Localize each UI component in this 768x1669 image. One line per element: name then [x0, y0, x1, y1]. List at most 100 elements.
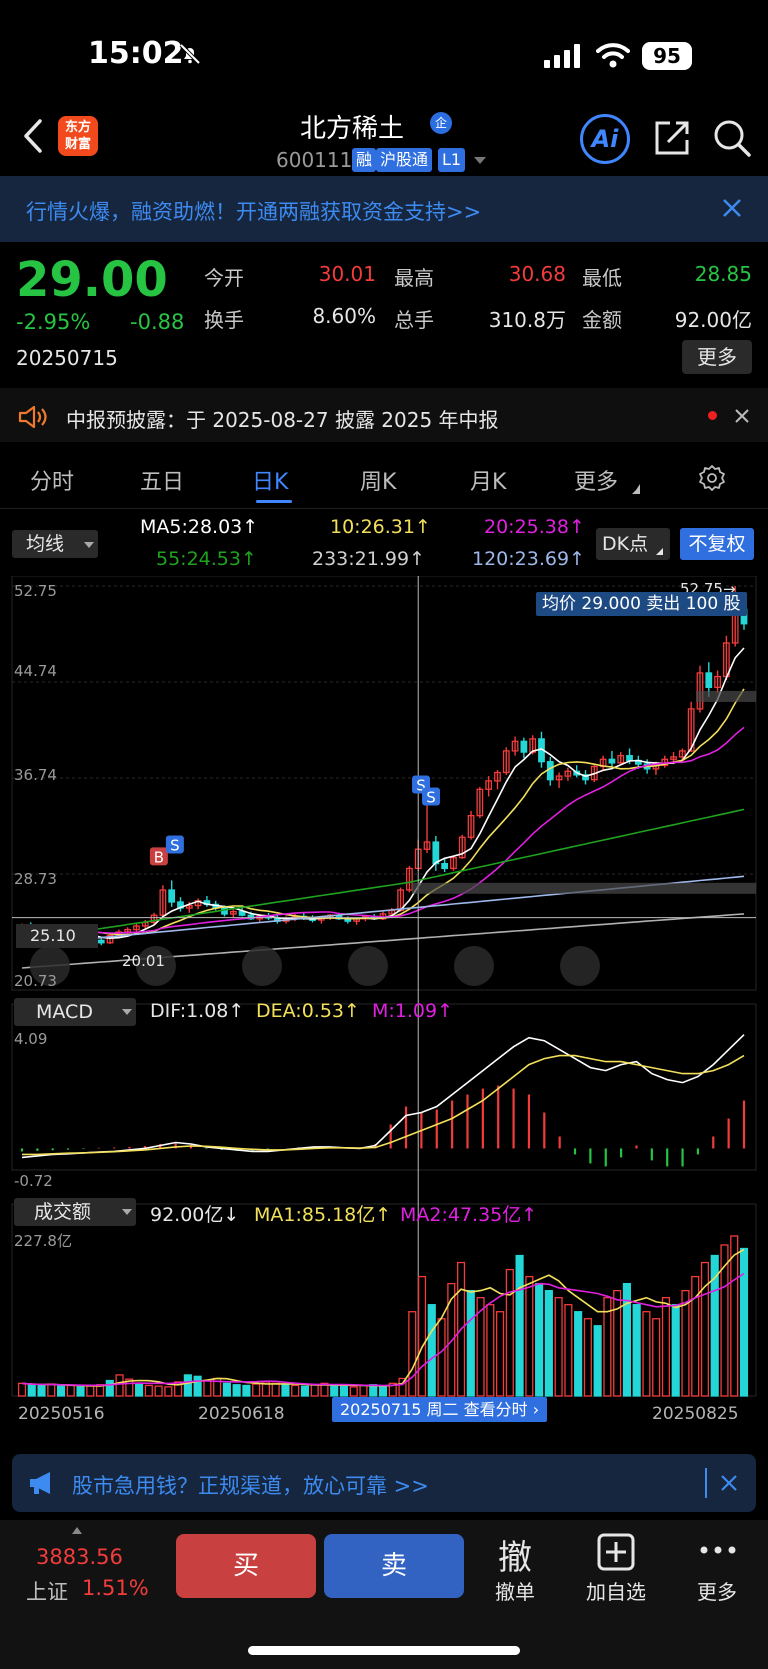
share-icon[interactable] [652, 118, 692, 158]
promo-text[interactable]: 行情火爆，融资助燃！开通两融获取资金支持>> [26, 196, 481, 226]
vol-ma1: MA1:85.18亿↑ [254, 1204, 392, 1226]
high-value: 30.68 [508, 262, 566, 286]
cancel-order-icon[interactable]: 撤 [490, 1530, 540, 1579]
close-icon[interactable] [720, 196, 744, 220]
tab-daily-k[interactable]: 日K [252, 464, 288, 496]
index-name[interactable]: 上证 [26, 1576, 68, 1606]
y-label-4: 28.73 [14, 870, 57, 888]
chevron-down-icon [122, 1009, 132, 1015]
volume-bar [554, 1297, 563, 1397]
stock-name: 北方稀土 [300, 114, 405, 144]
change-amount: -0.88 [130, 310, 185, 334]
trade-tip[interactable]: 均价 29.000 卖出 100 股 [536, 592, 747, 616]
more-quote-button[interactable]: 更多 [682, 340, 752, 374]
code-dropdown-icon[interactable] [474, 157, 486, 164]
volume-bar [466, 1289, 475, 1397]
more-label[interactable]: 更多 [682, 1576, 752, 1605]
dif-line [21, 1034, 745, 1159]
volume-bar [310, 1384, 319, 1397]
tab-monthly-k[interactable]: 月K [470, 464, 506, 496]
sell-button[interactable]: 卖 [324, 1534, 464, 1598]
volume-bar [593, 1325, 602, 1397]
dk-point-button[interactable]: DK点 [596, 528, 670, 560]
volume-bar [681, 1289, 690, 1397]
ma20-value: 20:25.38↑ [484, 516, 585, 538]
volume-bar [222, 1382, 231, 1397]
volume-bar [427, 1304, 436, 1397]
ai-assistant-icon[interactable]: Ai [580, 114, 630, 164]
chevron-down-icon [122, 1209, 132, 1215]
more-dots-icon[interactable] [698, 1544, 738, 1556]
volume-bar [505, 1268, 514, 1397]
index-percent[interactable]: 1.51% [82, 1576, 149, 1600]
gear-icon[interactable] [698, 464, 726, 492]
volume-select[interactable]: 成交额 [14, 1198, 136, 1226]
close-icon[interactable] [734, 408, 750, 424]
stock-code: 600111 [276, 148, 353, 172]
home-indicator [248, 1646, 520, 1655]
ma10-line [21, 688, 745, 936]
notice-text[interactable]: 中报预披露：于 2025-08-27 披露 2025 年中报 [66, 404, 499, 433]
logo-line1: 东方 [64, 120, 91, 135]
tab-five-day[interactable]: 五日 [140, 464, 184, 496]
volume-bar [300, 1385, 310, 1397]
volume-bar [408, 1311, 417, 1397]
ma5-line [21, 647, 745, 940]
volume-bar [730, 1235, 739, 1397]
status-time: 15:02 [88, 36, 184, 71]
cellular-signal-icon [544, 44, 580, 68]
volume-bar [359, 1384, 368, 1397]
resistance-band [696, 690, 756, 702]
expand-up-icon[interactable] [72, 1527, 82, 1534]
volume-bar [349, 1386, 358, 1397]
logo-line2: 财富 [64, 137, 91, 152]
loan-banner-text[interactable]: 股市急用钱？正规渠道，放心可靠 >> [72, 1470, 429, 1500]
buy-button[interactable]: 买 [176, 1534, 316, 1598]
quote-date: 20250715 [16, 346, 118, 370]
volume-bar [164, 1386, 173, 1397]
volume-bar [47, 1383, 56, 1397]
volume-bar [135, 1382, 144, 1397]
tab-intraday[interactable]: 分时 [30, 464, 74, 496]
level-badge: L1 [438, 148, 466, 172]
volume-bar [154, 1385, 163, 1397]
x-date-end: 20250825 [652, 1404, 739, 1424]
bell-muted-icon [179, 43, 201, 65]
candle [546, 761, 554, 781]
dea-line [22, 1054, 745, 1156]
index-value[interactable]: 3883.56 [36, 1545, 123, 1569]
y-label-3: 36.74 [14, 766, 57, 784]
sell-marker-label: S [426, 788, 436, 806]
macd-y-top: 4.09 [14, 1030, 48, 1048]
volume-bar [330, 1384, 339, 1397]
candle [608, 758, 616, 764]
tab-weekly-k[interactable]: 周K [360, 464, 396, 496]
prev-icon [348, 946, 388, 986]
ma5-value: MA5:28.03↑ [140, 516, 259, 538]
candle [705, 672, 713, 688]
ma233-value: 233:21.99↑ [312, 548, 425, 570]
panel-border [11, 576, 757, 991]
banner-divider [705, 1468, 707, 1498]
close-icon[interactable] [720, 1474, 738, 1492]
add-watchlist-label[interactable]: 加自选 [578, 1576, 654, 1605]
next-icon [454, 946, 494, 986]
low-value: 28.85 [694, 262, 752, 286]
macd-select[interactable]: MACD [14, 998, 136, 1026]
tab-more[interactable]: 更多 [574, 464, 618, 496]
add-watchlist-icon[interactable] [596, 1532, 636, 1572]
volume-bar [700, 1261, 710, 1397]
volume-bar [76, 1386, 85, 1397]
speaker-icon [18, 405, 47, 429]
cancel-order-label[interactable]: 撤单 [480, 1576, 550, 1605]
back-arrow-icon[interactable] [22, 118, 44, 154]
support-band [412, 882, 756, 894]
volume-label: 总手 [394, 308, 434, 332]
y-label-min: 20.73 [14, 972, 57, 990]
ma120-value: 120:23.69↑ [472, 548, 585, 570]
fullscreen-icon [560, 946, 600, 986]
crosshair-price: 25.10 [16, 924, 98, 948]
view-intraday-tip[interactable]: 20250715 周二 查看分时 › [332, 1397, 548, 1422]
no-adjust-button[interactable]: 不复权 [680, 528, 754, 560]
search-icon[interactable] [712, 118, 752, 158]
